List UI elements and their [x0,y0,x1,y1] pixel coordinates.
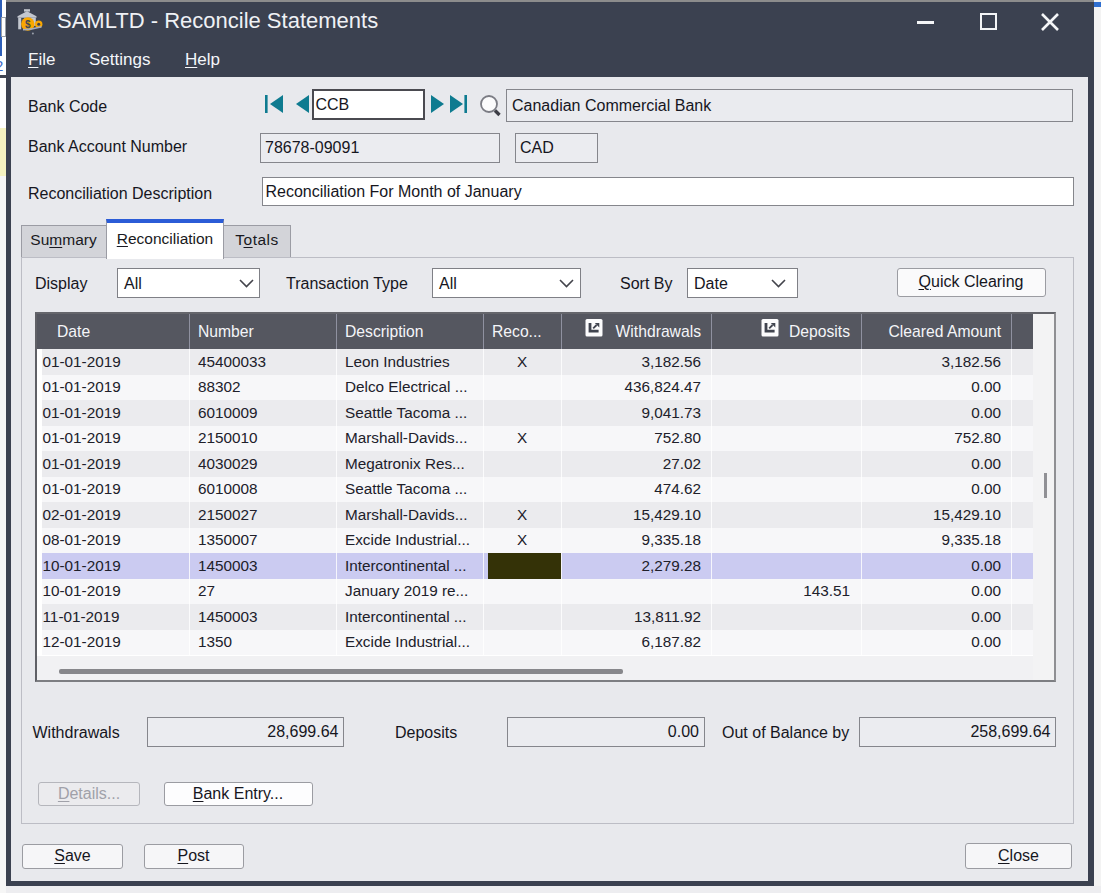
svg-text:$: $ [25,19,31,30]
